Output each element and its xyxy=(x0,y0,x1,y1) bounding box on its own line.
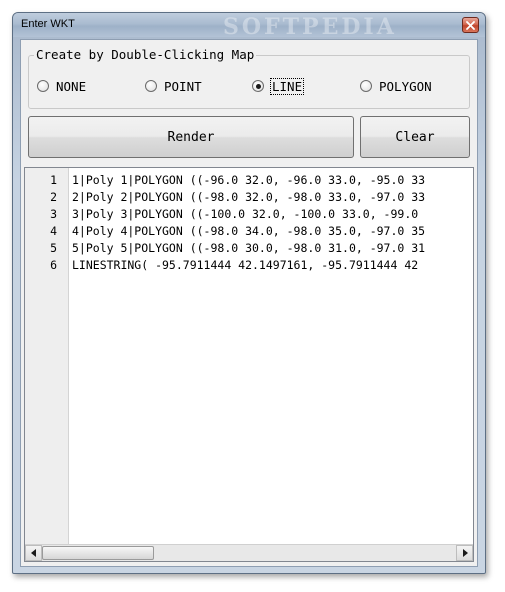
line-number: 3 xyxy=(50,207,57,221)
code-line[interactable]: LINESTRING( -95.7911444 42.1497161, -95.… xyxy=(72,257,473,274)
radio-selected-dot xyxy=(255,83,261,89)
render-button[interactable]: Render xyxy=(28,116,354,158)
radio-polygon-label: POLYGON xyxy=(379,78,432,94)
line-number: 1 xyxy=(50,173,57,187)
line-number: 6 xyxy=(50,258,57,272)
line-number: 4 xyxy=(50,224,57,238)
line-number: 2 xyxy=(50,190,57,204)
code-line[interactable]: 4|Poly 4|POLYGON ((-98.0 34.0, -98.0 35.… xyxy=(72,223,473,240)
radio-line[interactable]: LINE xyxy=(252,77,305,95)
close-button[interactable] xyxy=(462,17,479,33)
dialog-client-area: Create by Double-Clicking Map NONE POINT… xyxy=(20,39,478,567)
code-line[interactable]: 1|Poly 1|POLYGON ((-96.0 32.0, -96.0 33.… xyxy=(72,172,473,189)
watermark: SOFTPEDIA xyxy=(223,14,397,40)
arrow-left-icon xyxy=(30,549,36,557)
radio-none-label: NONE xyxy=(56,78,87,94)
title-bar[interactable]: SOFTPEDIA Enter WKT xyxy=(13,13,485,40)
line-number-gutter: 1 2 3 4 5 6 xyxy=(25,168,69,544)
scroll-left-button[interactable] xyxy=(25,545,42,561)
enter-wkt-window: SOFTPEDIA Enter WKT Create by Double-Cli… xyxy=(12,12,486,574)
wkt-editor[interactable]: 1 2 3 4 5 6 1|Poly 1|POLYGON ((-96.0 32.… xyxy=(24,167,474,562)
radio-line-label: LINE xyxy=(269,77,305,95)
scroll-right-button[interactable] xyxy=(456,545,473,561)
code-line[interactable]: 2|Poly 2|POLYGON ((-98.0 32.0, -98.0 33.… xyxy=(72,189,473,206)
draw-mode-groupbox: Create by Double-Clicking Map NONE POINT… xyxy=(28,47,470,109)
radio-circle[interactable] xyxy=(145,80,157,92)
draw-mode-legend: Create by Double-Clicking Map xyxy=(34,47,257,62)
radio-polygon[interactable]: POLYGON xyxy=(360,78,432,94)
window-title: Enter WKT xyxy=(21,18,75,30)
arrow-right-icon xyxy=(462,549,468,557)
radio-circle-selected[interactable] xyxy=(252,80,264,92)
radio-circle[interactable] xyxy=(37,80,49,92)
radio-circle[interactable] xyxy=(360,80,372,92)
radio-point-label: POINT xyxy=(164,78,202,94)
code-line[interactable]: 5|Poly 5|POLYGON ((-98.0 30.0, -98.0 31.… xyxy=(72,240,473,257)
radio-none[interactable]: NONE xyxy=(37,78,86,94)
close-icon xyxy=(466,20,475,30)
scroll-thumb[interactable] xyxy=(42,546,154,560)
clear-button[interactable]: Clear xyxy=(360,116,470,158)
radio-point[interactable]: POINT xyxy=(145,78,202,94)
wkt-text-area[interactable]: 1|Poly 1|POLYGON ((-96.0 32.0, -96.0 33.… xyxy=(72,168,473,544)
code-line[interactable]: 3|Poly 3|POLYGON ((-100.0 32.0, -100.0 3… xyxy=(72,206,473,223)
horizontal-scrollbar[interactable] xyxy=(25,544,473,561)
line-number: 5 xyxy=(50,241,57,255)
